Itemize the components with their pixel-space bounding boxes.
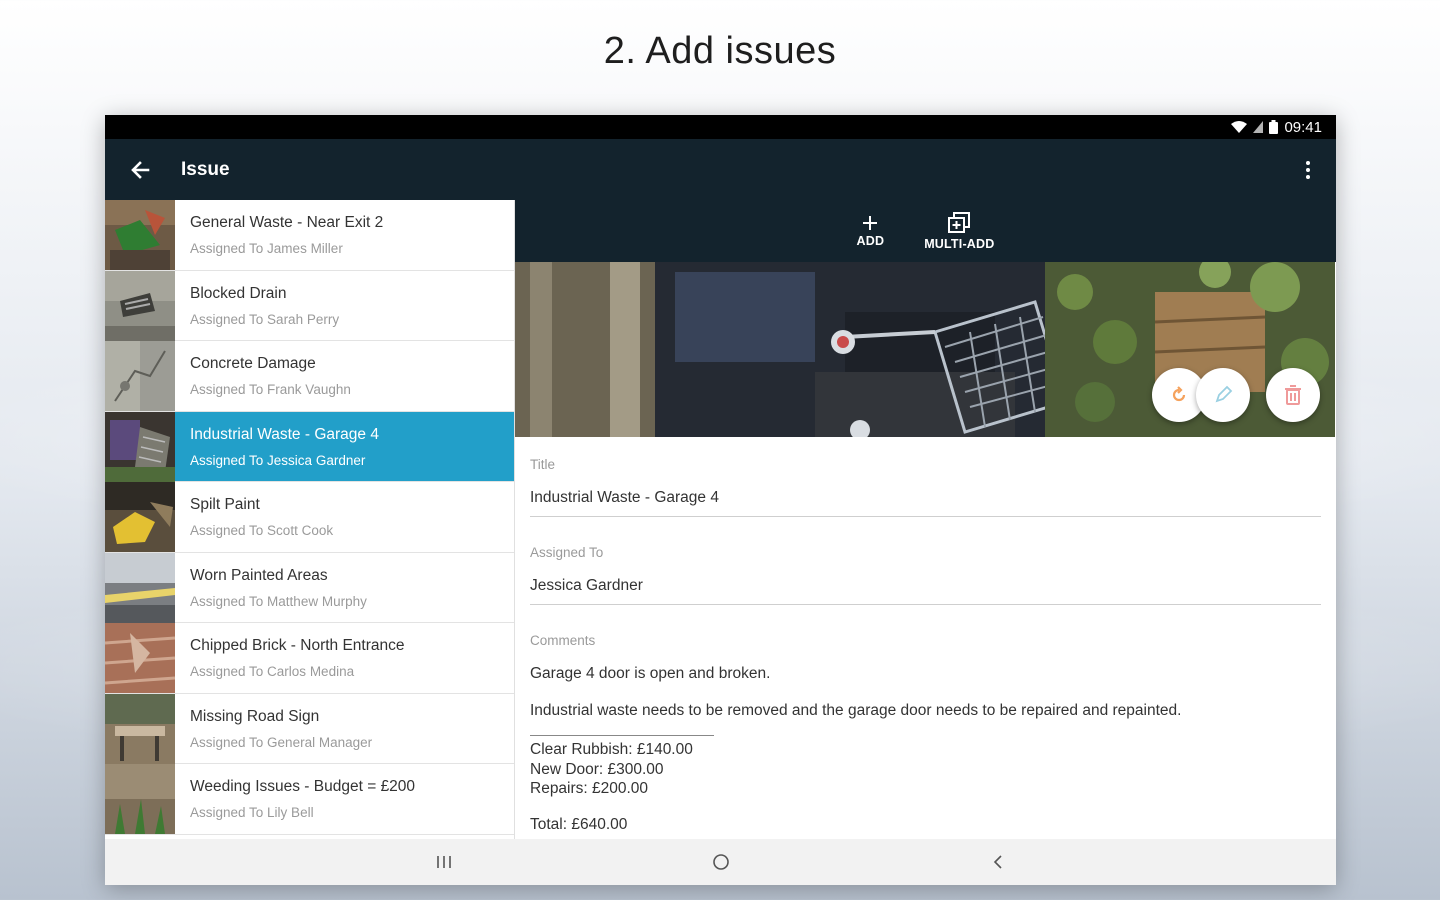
comments-label: Comments <box>530 633 596 648</box>
issue-thumbnail <box>105 693 175 764</box>
pencil-edit-icon <box>1215 385 1233 403</box>
issue-assignee: Assigned To Sarah Perry <box>190 311 340 327</box>
issue-thumbnail <box>105 270 175 341</box>
delete-photo-button[interactable] <box>1266 368 1320 422</box>
plus-icon <box>863 215 878 230</box>
comment-line: Industrial waste needs to be removed and… <box>530 702 1182 719</box>
add-label: ADD <box>856 233 885 248</box>
issue-title: Worn Painted Areas <box>190 566 328 584</box>
back-button[interactable] <box>105 139 175 200</box>
issue-form: Title Industrial Waste - Garage 4 Assign… <box>515 437 1336 834</box>
edit-photo-button[interactable] <box>1196 368 1250 422</box>
issue-assignee: Assigned To Carlos Medina <box>190 664 355 679</box>
total-line: Total: £640.00 <box>530 815 628 833</box>
issue-assignee: Assigned To James Miller <box>190 241 343 256</box>
assigned-to-label: Assigned To <box>530 545 604 560</box>
app-bar: Issue <box>105 139 1336 200</box>
system-nav-bar <box>105 839 1336 885</box>
multi-add-label: MULTI-ADD <box>924 236 995 251</box>
tablet-screen: 09:41 Issue General Waste - Near Exit 2 … <box>105 115 1336 885</box>
more-vert-icon <box>1306 160 1310 179</box>
issue-row[interactable]: Blocked Drain Assigned To Sarah Perry <box>105 270 514 341</box>
issue-thumbnail <box>105 623 175 693</box>
rotate-icon <box>1172 386 1186 402</box>
page-caption: 2. Add issues <box>603 30 837 72</box>
issue-title: General Waste - Near Exit 2 <box>190 214 384 231</box>
issue-row[interactable]: Missing Road Sign Assigned To General Ma… <box>105 693 514 764</box>
trash-icon <box>1285 385 1301 405</box>
assigned-to-field[interactable]: Jessica Gardner <box>530 577 1321 605</box>
issue-row[interactable]: General Waste - Near Exit 2 Assigned To … <box>105 200 514 271</box>
issue-row[interactable]: Worn Painted Areas Assigned To Matthew M… <box>105 552 514 623</box>
cost-line: Clear Rubbish: £140.00 <box>530 741 693 758</box>
issue-detail-pane: ADD MULTI-ADD Title Industrial Waste - G… <box>515 200 1336 839</box>
detail-toolbar: ADD MULTI-ADD <box>515 200 1336 262</box>
issue-row[interactable]: Concrete Damage Assigned To Frank Vaughn <box>105 341 514 412</box>
issue-title: Blocked Drain <box>190 284 287 302</box>
signal-icon <box>1253 121 1264 133</box>
cost-line: New Door: £300.00 <box>530 760 664 778</box>
issue-thumbnail <box>105 552 175 623</box>
recent-apps-icon <box>436 856 451 868</box>
issue-thumbnail <box>105 200 175 270</box>
chevron-left-icon <box>993 855 1002 869</box>
status-time: 09:41 <box>1284 118 1322 136</box>
issue-row-selected[interactable]: Industrial Waste - Garage 4 Assigned To … <box>105 411 514 482</box>
issue-title: Concrete Damage <box>190 355 316 372</box>
recent-apps-button[interactable] <box>414 842 474 882</box>
arrow-left-icon <box>131 160 150 179</box>
cost-line: Repairs: £200.00 <box>530 780 649 797</box>
home-button[interactable] <box>691 842 751 882</box>
issue-assignee: Assigned To Lily Bell <box>190 805 314 820</box>
issue-title: Weeding Issues - Budget = £200 <box>190 778 416 795</box>
nav-back-button[interactable] <box>968 842 1028 882</box>
issue-row[interactable]: Weeding Issues - Budget = £200 Assigned … <box>105 764 514 835</box>
comment-line: Garage 4 door is open and broken. <box>530 665 771 682</box>
multi-add-icon <box>948 211 971 233</box>
issue-thumbnail <box>105 482 175 552</box>
issue-row[interactable]: Chipped Brick - North Entrance Assigned … <box>105 623 514 694</box>
overflow-menu-button[interactable] <box>1280 139 1336 200</box>
issue-thumbnail <box>105 411 175 482</box>
title-field[interactable]: Industrial Waste - Garage 4 <box>530 489 1321 517</box>
issue-row[interactable]: Spilt Paint Assigned To Scott Cook <box>105 482 514 553</box>
app-title: Issue <box>181 158 230 180</box>
comment-divider <box>530 735 714 736</box>
issue-title: Spilt Paint <box>190 496 260 513</box>
multi-add-button[interactable]: MULTI-ADD <box>924 211 995 251</box>
issue-thumbnail <box>105 341 175 411</box>
issue-title: Chipped Brick - North Entrance <box>190 637 405 654</box>
wifi-icon <box>1231 120 1248 133</box>
status-bar: 09:41 <box>105 115 1336 139</box>
issue-list[interactable]: General Waste - Near Exit 2 Assigned To … <box>105 200 515 839</box>
issue-assignee: Assigned To General Manager <box>190 734 373 750</box>
issue-assignee: Assigned To Frank Vaughn <box>190 382 351 397</box>
issue-assignee: Assigned To Scott Cook <box>190 523 334 538</box>
add-button[interactable]: ADD <box>857 215 885 248</box>
title-label: Title <box>530 457 556 472</box>
issue-thumbnail <box>105 764 175 834</box>
battery-icon <box>1269 120 1279 134</box>
issue-title: Industrial Waste - Garage 4 <box>190 425 379 443</box>
home-circle-icon <box>712 854 729 870</box>
issue-assignee: Assigned To Jessica Gardner <box>190 452 366 468</box>
issue-photo <box>515 262 1336 437</box>
issue-assignee: Assigned To Matthew Murphy <box>190 593 367 609</box>
issue-title: Missing Road Sign <box>190 707 320 725</box>
